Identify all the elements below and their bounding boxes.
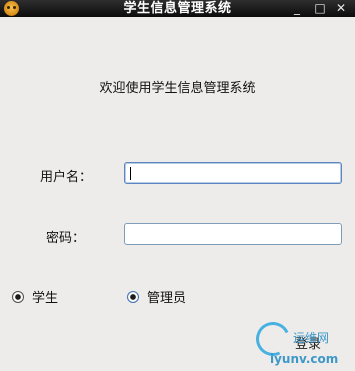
minimize-button[interactable]: _ (289, 0, 305, 17)
role-radio-admin[interactable]: 管理员 (127, 287, 186, 306)
role-label-admin: 管理员 (147, 291, 187, 306)
radio-dot-icon[interactable] (12, 290, 24, 303)
welcome-text: 欢迎使用学生信息管理系统 (99, 81, 256, 96)
role-label-student: 学生 (32, 291, 59, 306)
close-button[interactable]: ✕ (333, 0, 349, 17)
text-caret (130, 167, 131, 180)
login-window: 学生信息管理系统 _ □ ✕ 欢迎使用学生信息管理系统 用户名： 密码： 学生 … (0, 0, 355, 371)
radio-dot-icon[interactable] (127, 290, 139, 303)
username-field[interactable] (124, 162, 342, 184)
role-radio-student[interactable]: 学生 (12, 287, 58, 306)
watermark-url: iyunv.com (270, 352, 339, 366)
password-label: 密码： (46, 231, 86, 246)
username-label: 用户名： (40, 170, 93, 185)
maximize-button[interactable]: □ (312, 0, 328, 17)
password-field[interactable] (124, 223, 342, 245)
watermark-text: 运维网 (293, 331, 330, 345)
title-bar[interactable]: 学生信息管理系统 _ □ ✕ (0, 0, 355, 17)
